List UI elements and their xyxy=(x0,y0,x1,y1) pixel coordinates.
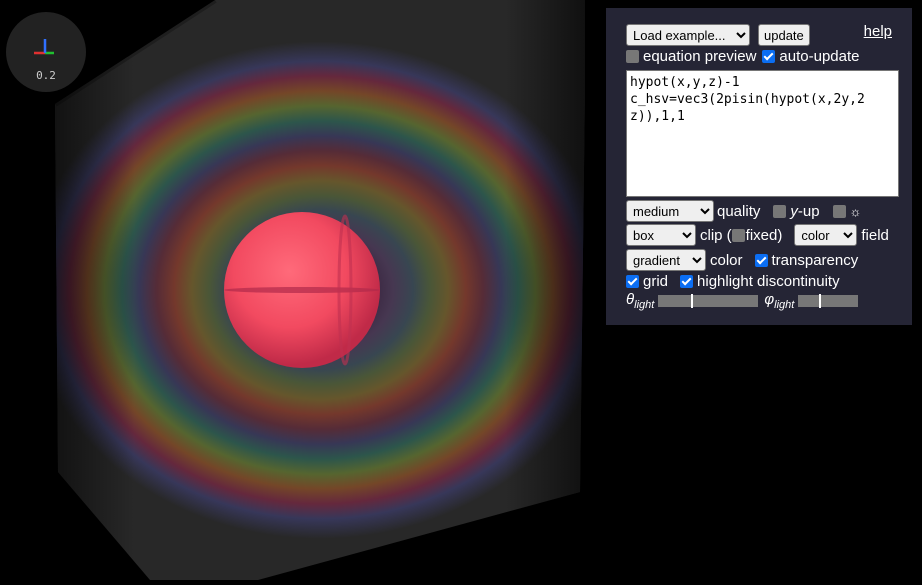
equation-preview-label: equation preview xyxy=(643,48,757,65)
phi-symbol: φ xyxy=(764,291,775,308)
equation-preview-checkbox[interactable] xyxy=(626,50,639,63)
grid-label: grid xyxy=(643,273,669,290)
phi-light-thumb[interactable] xyxy=(819,294,822,308)
field-label: field xyxy=(861,226,889,244)
axes-indicator[interactable]: 0.2 xyxy=(6,12,86,92)
color-select[interactable]: gradient xyxy=(626,249,706,271)
control-panel: Load example... update help equation pre… xyxy=(606,8,912,325)
theta-light-label: θlight xyxy=(626,291,654,311)
transparency-checkbox[interactable] xyxy=(754,253,768,267)
y-up-suffix: -up xyxy=(797,202,820,220)
auto-update-label: auto-update xyxy=(779,48,860,65)
clip-label: clip ( xyxy=(700,226,732,244)
theta-light-thumb[interactable] xyxy=(691,294,694,308)
help-link[interactable]: help xyxy=(864,23,892,40)
quality-select[interactable]: medium xyxy=(626,200,714,222)
light-toggle-checkbox[interactable] xyxy=(832,204,846,218)
theta-light-slider[interactable] xyxy=(658,294,759,308)
y-up-variable: y xyxy=(790,202,798,220)
y-up-checkbox[interactable] xyxy=(773,204,787,218)
y-up-label: y-up xyxy=(790,203,819,220)
clip-fixed-checkbox[interactable] xyxy=(731,228,745,242)
field-select[interactable]: color xyxy=(794,224,858,246)
theta-symbol: θ xyxy=(626,291,635,308)
load-example-select[interactable]: Load example... xyxy=(626,24,750,46)
clip-fixed-label: fixed) xyxy=(745,226,783,244)
update-button[interactable]: update xyxy=(758,24,810,46)
quality-label: quality xyxy=(717,202,761,220)
highlight-discontinuity-checkbox[interactable] xyxy=(680,275,694,288)
axes-scale-label: 0.2 xyxy=(36,69,56,82)
sphere-equator-line xyxy=(224,287,380,293)
phi-light-label: φlight xyxy=(764,291,794,311)
grid-checkbox[interactable] xyxy=(626,275,639,288)
phi-light-sub: light xyxy=(774,299,795,311)
phi-light-slider[interactable] xyxy=(798,294,859,308)
transparency-label: transparency xyxy=(771,251,859,269)
equation-input[interactable]: hypot(x,y,z)-1 c_hsv=vec3(2pisin(hypot(x… xyxy=(626,70,899,197)
sun-icon: ☼ xyxy=(849,203,862,219)
theta-light-sub: light xyxy=(634,299,655,311)
highlight-discontinuity-label: highlight discontinuity xyxy=(697,273,840,290)
color-label: color xyxy=(710,251,743,269)
auto-update-checkbox[interactable] xyxy=(762,50,776,63)
clip-select[interactable]: box xyxy=(626,224,696,246)
